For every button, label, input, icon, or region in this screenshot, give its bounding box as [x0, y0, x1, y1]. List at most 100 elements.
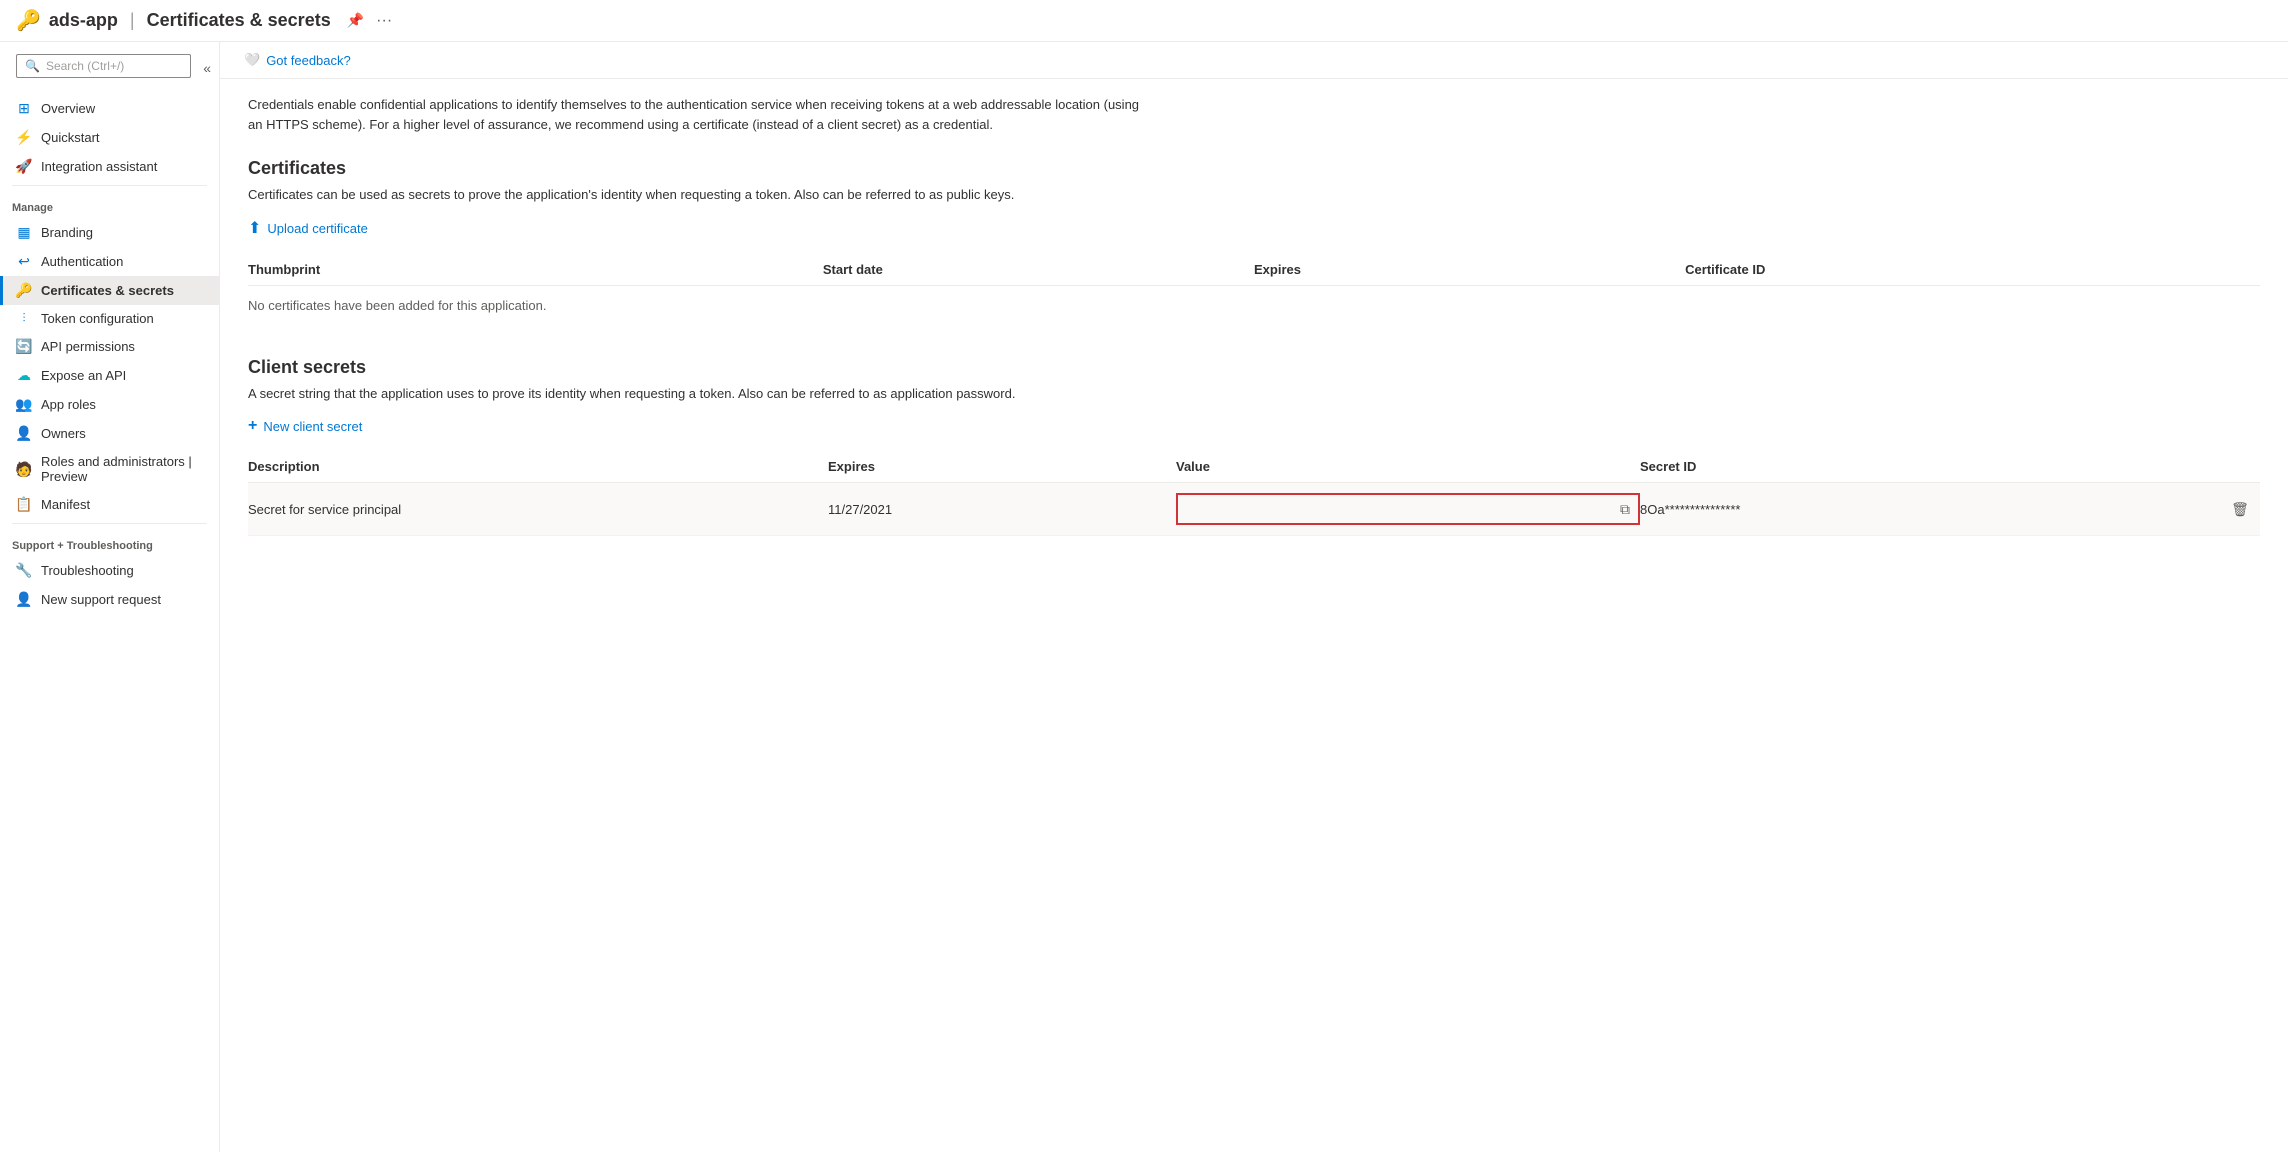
sidebar-item-manifest[interactable]: 📋 Manifest — [0, 490, 219, 519]
delete-secret-icon[interactable]: 🗑 — [2220, 501, 2260, 518]
secret-value-cell: ⧉ — [1176, 493, 1640, 525]
expose-api-icon: ☁ — [15, 367, 33, 384]
branding-icon: ▦ — [15, 224, 33, 241]
client-secrets-section: Client secrets A secret string that the … — [248, 357, 2260, 536]
cert-col-expires: Expires — [1254, 262, 1685, 277]
title-separator: | — [130, 10, 135, 31]
sidebar-label-token: Token configuration — [41, 311, 154, 326]
secret-table-header: Description Expires Value Secret ID — [248, 451, 2260, 483]
sidebar-item-troubleshooting[interactable]: 🔧 Troubleshooting — [0, 556, 219, 585]
sidebar: 🔍 Search (Ctrl+/) « ⊞ Overview ⚡ Quickst… — [0, 42, 220, 1152]
sidebar-label-overview: Overview — [41, 101, 95, 116]
sidebar-label-certificates: Certificates & secrets — [41, 283, 174, 298]
sidebar-label-roles: Roles and administrators | Preview — [41, 454, 207, 484]
sidebar-label-owners: Owners — [41, 426, 86, 441]
sidebar-label-authentication: Authentication — [41, 254, 123, 269]
manage-divider — [12, 185, 207, 186]
app-roles-icon: 👥 — [15, 396, 33, 413]
page-title: Certificates & secrets — [147, 10, 331, 31]
copy-icon[interactable]: ⧉ — [1620, 501, 1630, 518]
sidebar-item-owners[interactable]: 👤 Owners — [0, 419, 219, 448]
integration-icon: 🚀 — [15, 158, 33, 175]
search-icon: 🔍 — [25, 59, 40, 73]
client-secrets-description: A secret string that the application use… — [248, 386, 2260, 401]
owners-icon: 👤 — [15, 425, 33, 442]
search-row: 🔍 Search (Ctrl+/) « — [0, 50, 219, 94]
secret-description: Secret for service principal — [248, 502, 828, 517]
secret-col-id: Secret ID — [1640, 459, 2220, 474]
sidebar-label-expose-api: Expose an API — [41, 368, 126, 383]
feedback-label: Got feedback? — [266, 53, 351, 68]
more-icon[interactable]: ··· — [376, 12, 392, 30]
secret-expires: 11/27/2021 — [828, 502, 1176, 517]
content-area: 🤍 Got feedback? Credentials enable confi… — [220, 42, 2288, 1152]
cert-col-thumbprint: Thumbprint — [248, 262, 823, 277]
upload-label: Upload certificate — [267, 221, 367, 236]
sidebar-item-branding[interactable]: ▦ Branding — [0, 218, 219, 247]
cert-col-start-date: Start date — [823, 262, 1254, 277]
feedback-icon: 🤍 — [244, 52, 260, 68]
manifest-icon: 📋 — [15, 496, 33, 513]
new-secret-label: New client secret — [263, 419, 362, 434]
cert-empty-message: No certificates have been added for this… — [248, 286, 2260, 325]
token-icon: ⫶ — [15, 311, 33, 326]
collapse-button[interactable]: « — [203, 60, 211, 76]
certificates-icon: 🔑 — [15, 282, 33, 299]
authentication-icon: ↩ — [15, 253, 33, 270]
quickstart-icon: ⚡ — [15, 129, 33, 146]
sidebar-label-api-permissions: API permissions — [41, 339, 135, 354]
app-icon: 🔑 — [16, 8, 41, 33]
cert-col-id: Certificate ID — [1685, 262, 2260, 277]
upload-icon: ⬆ — [248, 218, 261, 238]
pin-icon[interactable]: 📌 — [347, 12, 364, 29]
top-bar: 🔑 ads-app | Certificates & secrets 📌 ··· — [0, 0, 2288, 42]
new-secret-plus-icon: + — [248, 417, 257, 435]
sidebar-item-integration-assistant[interactable]: 🚀 Integration assistant — [0, 152, 219, 181]
sidebar-label-branding: Branding — [41, 225, 93, 240]
app-name: ads-app — [49, 10, 118, 31]
secret-col-description: Description — [248, 459, 828, 474]
cert-table-header: Thumbprint Start date Expires Certificat… — [248, 254, 2260, 286]
sidebar-label-app-roles: App roles — [41, 397, 96, 412]
intro-description: Credentials enable confidential applicat… — [248, 95, 1148, 134]
secret-id: 8Oa*************** — [1640, 502, 2220, 517]
certificates-description: Certificates can be used as secrets to p… — [248, 187, 2260, 202]
sidebar-item-new-support[interactable]: 👤 New support request — [0, 585, 219, 614]
sidebar-item-quickstart[interactable]: ⚡ Quickstart — [0, 123, 219, 152]
sidebar-item-expose-api[interactable]: ☁ Expose an API — [0, 361, 219, 390]
new-support-icon: 👤 — [15, 591, 33, 608]
sidebar-label-quickstart: Quickstart — [41, 130, 100, 145]
sidebar-item-overview[interactable]: ⊞ Overview — [0, 94, 219, 123]
sidebar-label-new-support: New support request — [41, 592, 161, 607]
secret-row: Secret for service principal 11/27/2021 … — [248, 483, 2260, 536]
client-secrets-heading: Client secrets — [248, 357, 2260, 378]
certificates-heading: Certificates — [248, 158, 2260, 179]
support-divider — [12, 523, 207, 524]
main-container: 🔍 Search (Ctrl+/) « ⊞ Overview ⚡ Quickst… — [0, 42, 2288, 1152]
secret-col-value: Value — [1176, 459, 1640, 474]
sidebar-item-api-permissions[interactable]: 🔄 API permissions — [0, 332, 219, 361]
certificates-section: Certificates Certificates can be used as… — [248, 158, 2260, 325]
secret-col-expires: Expires — [828, 459, 1176, 474]
sidebar-item-roles-administrators[interactable]: 🧑 Roles and administrators | Preview — [0, 448, 219, 490]
support-section-label: Support + Troubleshooting — [0, 528, 219, 556]
sidebar-item-authentication[interactable]: ↩ Authentication — [0, 247, 219, 276]
sidebar-label-integration: Integration assistant — [41, 159, 157, 174]
overview-icon: ⊞ — [15, 100, 33, 117]
sidebar-item-certificates-secrets[interactable]: 🔑 Certificates & secrets — [0, 276, 219, 305]
sidebar-label-troubleshooting: Troubleshooting — [41, 563, 134, 578]
secret-col-actions — [2220, 459, 2260, 474]
sidebar-item-token-configuration[interactable]: ⫶ Token configuration — [0, 305, 219, 332]
manage-section-label: Manage — [0, 190, 219, 218]
sidebar-item-app-roles[interactable]: 👥 App roles — [0, 390, 219, 419]
roles-icon: 🧑 — [15, 461, 33, 478]
upload-certificate-button[interactable]: ⬆ Upload certificate — [248, 218, 368, 238]
api-permissions-icon: 🔄 — [15, 338, 33, 355]
troubleshooting-icon: 🔧 — [15, 562, 33, 579]
content-body: Credentials enable confidential applicat… — [220, 79, 2288, 584]
feedback-bar[interactable]: 🤍 Got feedback? — [220, 42, 2288, 79]
search-box[interactable]: 🔍 Search (Ctrl+/) — [16, 54, 191, 78]
sidebar-label-manifest: Manifest — [41, 497, 90, 512]
new-client-secret-button[interactable]: + New client secret — [248, 417, 362, 435]
search-placeholder: Search (Ctrl+/) — [46, 59, 124, 73]
